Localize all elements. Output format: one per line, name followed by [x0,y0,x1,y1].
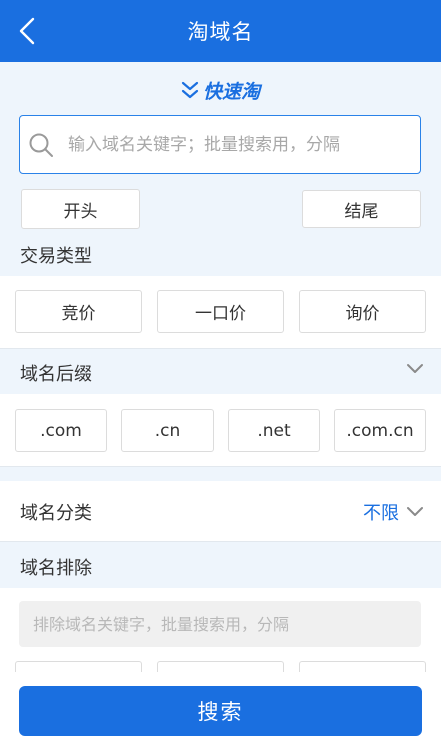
app-header: 淘域名 [0,0,441,62]
keyword-search-input[interactable] [68,134,408,155]
exclude-label: 域名排除 [20,558,92,579]
suffix-cn[interactable]: .cn [121,409,214,452]
keyword-search-box[interactable] [19,115,421,174]
suffix-com[interactable]: .com [15,409,107,452]
slogan-text: 快速淘 [202,80,260,103]
page-title: 淘域名 [187,20,254,44]
position-end-button[interactable]: 结尾 [302,190,421,228]
trade-type-fixed-price[interactable]: 一口价 [157,290,284,333]
position-start-button[interactable]: 开头 [21,189,140,229]
search-icon [29,133,53,157]
chevron-down-icon [407,364,423,373]
exclude-keyword-input[interactable] [19,601,421,647]
back-button[interactable] [12,14,42,48]
category-label: 域名分类 [20,503,92,524]
category-value: 不限 [363,503,399,524]
trade-type-auction[interactable]: 竞价 [15,290,142,333]
suffix-com-cn[interactable]: .com.cn [334,409,426,452]
search-button[interactable]: 搜索 [19,686,422,736]
trade-type-inquiry[interactable]: 询价 [299,290,426,333]
divider [0,466,441,467]
trade-type-label: 交易类型 [20,246,92,267]
divider [0,348,441,349]
slogan: 快速淘 [0,76,441,104]
suffix-expand-toggle[interactable] [405,362,425,376]
suffix-label: 域名后缀 [20,364,92,385]
divider [0,541,441,542]
double-chevron-down-icon [181,81,199,99]
chevron-left-icon [19,17,35,45]
category-selector[interactable]: 不限 [363,499,425,525]
chevron-down-icon [407,507,423,516]
suffix-net[interactable]: .net [228,409,320,452]
